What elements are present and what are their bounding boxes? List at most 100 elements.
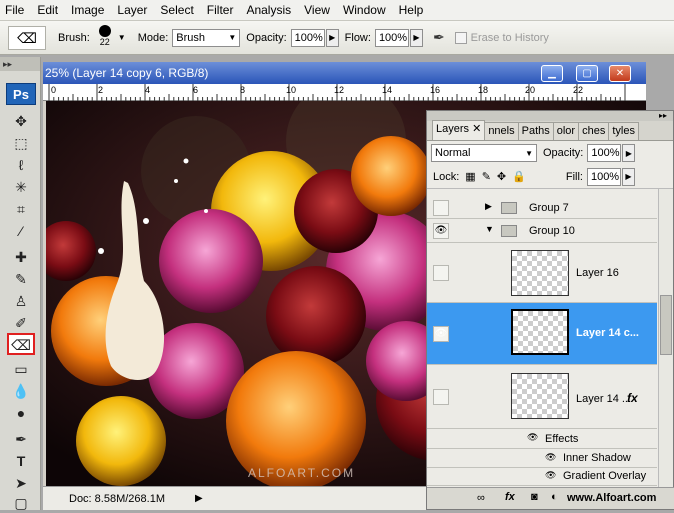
layer-row-group-10[interactable]: 👁 ▼ Group 10 — [427, 219, 657, 243]
tab-styles[interactable]: tyles — [608, 122, 639, 140]
magic-wand-tool-icon[interactable]: ✳ — [9, 177, 33, 197]
move-tool-icon[interactable]: ✥ — [9, 111, 33, 131]
blur-tool-icon[interactable]: 💧 — [9, 381, 33, 401]
visibility-toggle[interactable]: 👁 — [433, 223, 449, 239]
lock-position-icon[interactable]: ✥ — [497, 170, 506, 183]
maximize-button[interactable]: ▢ — [576, 65, 598, 82]
effect-gradient-overlay[interactable]: 👁 Gradient Overlay — [427, 468, 657, 486]
visibility-toggle[interactable] — [433, 200, 449, 216]
clone-stamp-tool-icon[interactable]: ♙ — [9, 291, 33, 311]
opacity-slider-button[interactable]: ▶ — [325, 28, 339, 47]
photoshop-logo[interactable]: Ps — [6, 83, 36, 105]
collapse-arrow-icon[interactable]: ▼ — [485, 224, 494, 234]
effect-eye-icon[interactable]: 👁 — [545, 452, 556, 463]
add-mask-icon[interactable]: ◙ — [531, 491, 538, 503]
layers-scrollbar[interactable] — [658, 189, 673, 489]
eye-icon: 👁 — [434, 328, 448, 339]
effect-eye-icon[interactable]: 👁 — [527, 432, 538, 443]
layers-footer: ∞ fx ◙ ◐ www.Alfoart.com — [427, 487, 674, 509]
tab-paths[interactable]: Paths — [517, 122, 554, 140]
chevron-down-icon: ▼ — [228, 33, 237, 42]
menu-select[interactable]: Select — [160, 3, 193, 17]
pen-tool-icon[interactable]: ✒ — [9, 429, 33, 449]
document-title-bar[interactable]: 25% (Layer 14 copy 6, RGB/8) ▁ ▢ ✕ — [43, 62, 646, 84]
layer-row-layer-14[interactable]: Layer 14 ... fx — [427, 365, 657, 429]
menu-edit[interactable]: Edit — [37, 3, 58, 17]
flow-slider-button[interactable]: ▶ — [409, 28, 423, 47]
shape-tool-icon[interactable]: ▢ — [9, 493, 33, 513]
crop-tool-icon[interactable]: ⌗ — [9, 199, 33, 219]
menu-layer[interactable]: Layer — [117, 3, 147, 17]
healing-brush-tool-icon[interactable]: ✚ — [9, 247, 33, 267]
tab-channels[interactable]: nnels — [484, 122, 519, 140]
add-style-icon[interactable]: fx — [505, 491, 515, 503]
link-layers-icon[interactable]: ∞ — [477, 492, 485, 504]
close-button[interactable]: ✕ — [609, 65, 631, 82]
marquee-tool-icon[interactable]: ⬚ — [9, 133, 33, 153]
layer-opacity-field[interactable]: 100% — [587, 144, 622, 162]
expand-arrow-icon[interactable]: ▶ — [485, 201, 492, 212]
visibility-toggle[interactable]: 👁 — [433, 326, 449, 342]
erase-to-history-label: Erase to History — [470, 31, 549, 44]
tab-swatches[interactable]: ches — [578, 122, 610, 140]
opacity-field[interactable]: 100% — [290, 28, 325, 47]
menu-view[interactable]: View — [304, 3, 330, 17]
options-bar: ⌫ Brush: 22 ▼ Mode: Brush ▼ Opacity: 100… — [0, 21, 674, 55]
minimize-button[interactable]: ▁ — [541, 65, 563, 82]
effect-inner-shadow[interactable]: 👁 Inner Shadow — [427, 449, 657, 468]
brush-picker[interactable]: 22 — [94, 23, 116, 53]
layer-row-group-7[interactable]: ▶ Group 7 — [427, 197, 657, 219]
mode-label: Mode: — [137, 31, 169, 44]
blend-mode-dropdown[interactable]: Normal ▼ — [431, 144, 537, 162]
panel-menu-icon[interactable]: ▸▸ — [659, 111, 667, 120]
fill-field[interactable]: 100% — [586, 167, 621, 186]
eraser-tool-icon[interactable]: ⌫ — [7, 333, 35, 355]
brush-tip-icon — [98, 24, 111, 37]
layer-opacity-slider-button[interactable]: ▶ — [622, 144, 636, 162]
layer-opacity-label: Opacity: — [543, 147, 584, 159]
menu-help[interactable]: Help — [399, 3, 424, 17]
tab-layers[interactable]: Layers ✕ — [432, 120, 486, 140]
erase-to-history-checkbox[interactable] — [454, 31, 467, 44]
airbrush-icon[interactable]: ✒ — [433, 29, 445, 46]
effect-eye-icon[interactable]: 👁 — [545, 470, 556, 481]
lock-row: Lock: ▦ ✎ ✥ 🔒 Fill: 100% ▶ — [427, 165, 673, 189]
fill-slider-button[interactable]: ▶ — [621, 167, 635, 186]
gradient-tool-icon[interactable]: ▭ — [9, 359, 33, 379]
dodge-tool-icon[interactable]: ● — [9, 403, 33, 423]
lock-transparency-icon[interactable]: ▦ — [465, 170, 475, 183]
tab-color[interactable]: olor — [552, 122, 580, 140]
lasso-tool-icon[interactable]: ℓ — [9, 155, 33, 175]
menu-filter[interactable]: Filter — [207, 3, 234, 17]
menu-image[interactable]: Image — [71, 3, 104, 17]
brush-dropdown-arrow-icon[interactable]: ▼ — [118, 33, 126, 42]
opacity-label: Opacity: — [246, 31, 287, 44]
history-brush-tool-icon[interactable]: ✐ — [9, 313, 33, 333]
adjustment-layer-icon[interactable]: ◐ — [551, 491, 558, 503]
tool-preset-picker[interactable]: ⌫ — [8, 25, 46, 50]
menu-window[interactable]: Window — [343, 3, 386, 17]
toolbox-grip[interactable]: ▸▸ — [0, 57, 40, 71]
type-tool-icon[interactable]: T — [9, 451, 33, 471]
lock-all-icon[interactable]: 🔒 — [512, 170, 526, 183]
lock-pixels-icon[interactable]: ✎ — [482, 170, 491, 183]
menu-bar: File Edit Image Layer Select Filter Anal… — [0, 0, 674, 21]
layer-effects-icon[interactable]: fx — [627, 391, 638, 405]
fill-value: 100% — [590, 170, 620, 183]
layer-row-layer-16[interactable]: Layer 16 — [427, 243, 657, 303]
scrollbar-thumb[interactable] — [660, 295, 672, 355]
flow-field[interactable]: 100% — [374, 28, 409, 47]
visibility-toggle[interactable] — [433, 265, 449, 281]
tab-close-icon[interactable]: ✕ — [472, 123, 481, 135]
horizontal-ruler: 0 2 4 6 8 10 12 14 16 18 20 22 — [43, 84, 646, 101]
eyedropper-tool-icon[interactable]: ⁄ — [9, 221, 33, 241]
mode-dropdown[interactable]: Brush ▼ — [172, 28, 241, 47]
status-menu-arrow-icon[interactable]: ▶ — [195, 493, 203, 504]
effects-row[interactable]: 👁 Effects — [427, 429, 657, 449]
menu-file[interactable]: File — [5, 3, 24, 17]
path-selection-tool-icon[interactable]: ➤ — [9, 473, 33, 493]
menu-analysis[interactable]: Analysis — [246, 3, 291, 17]
visibility-toggle[interactable] — [433, 389, 449, 405]
layer-row-layer-14-copy[interactable]: 👁 Layer 14 c... — [427, 303, 657, 365]
brush-tool-icon[interactable]: ✎ — [9, 269, 33, 289]
